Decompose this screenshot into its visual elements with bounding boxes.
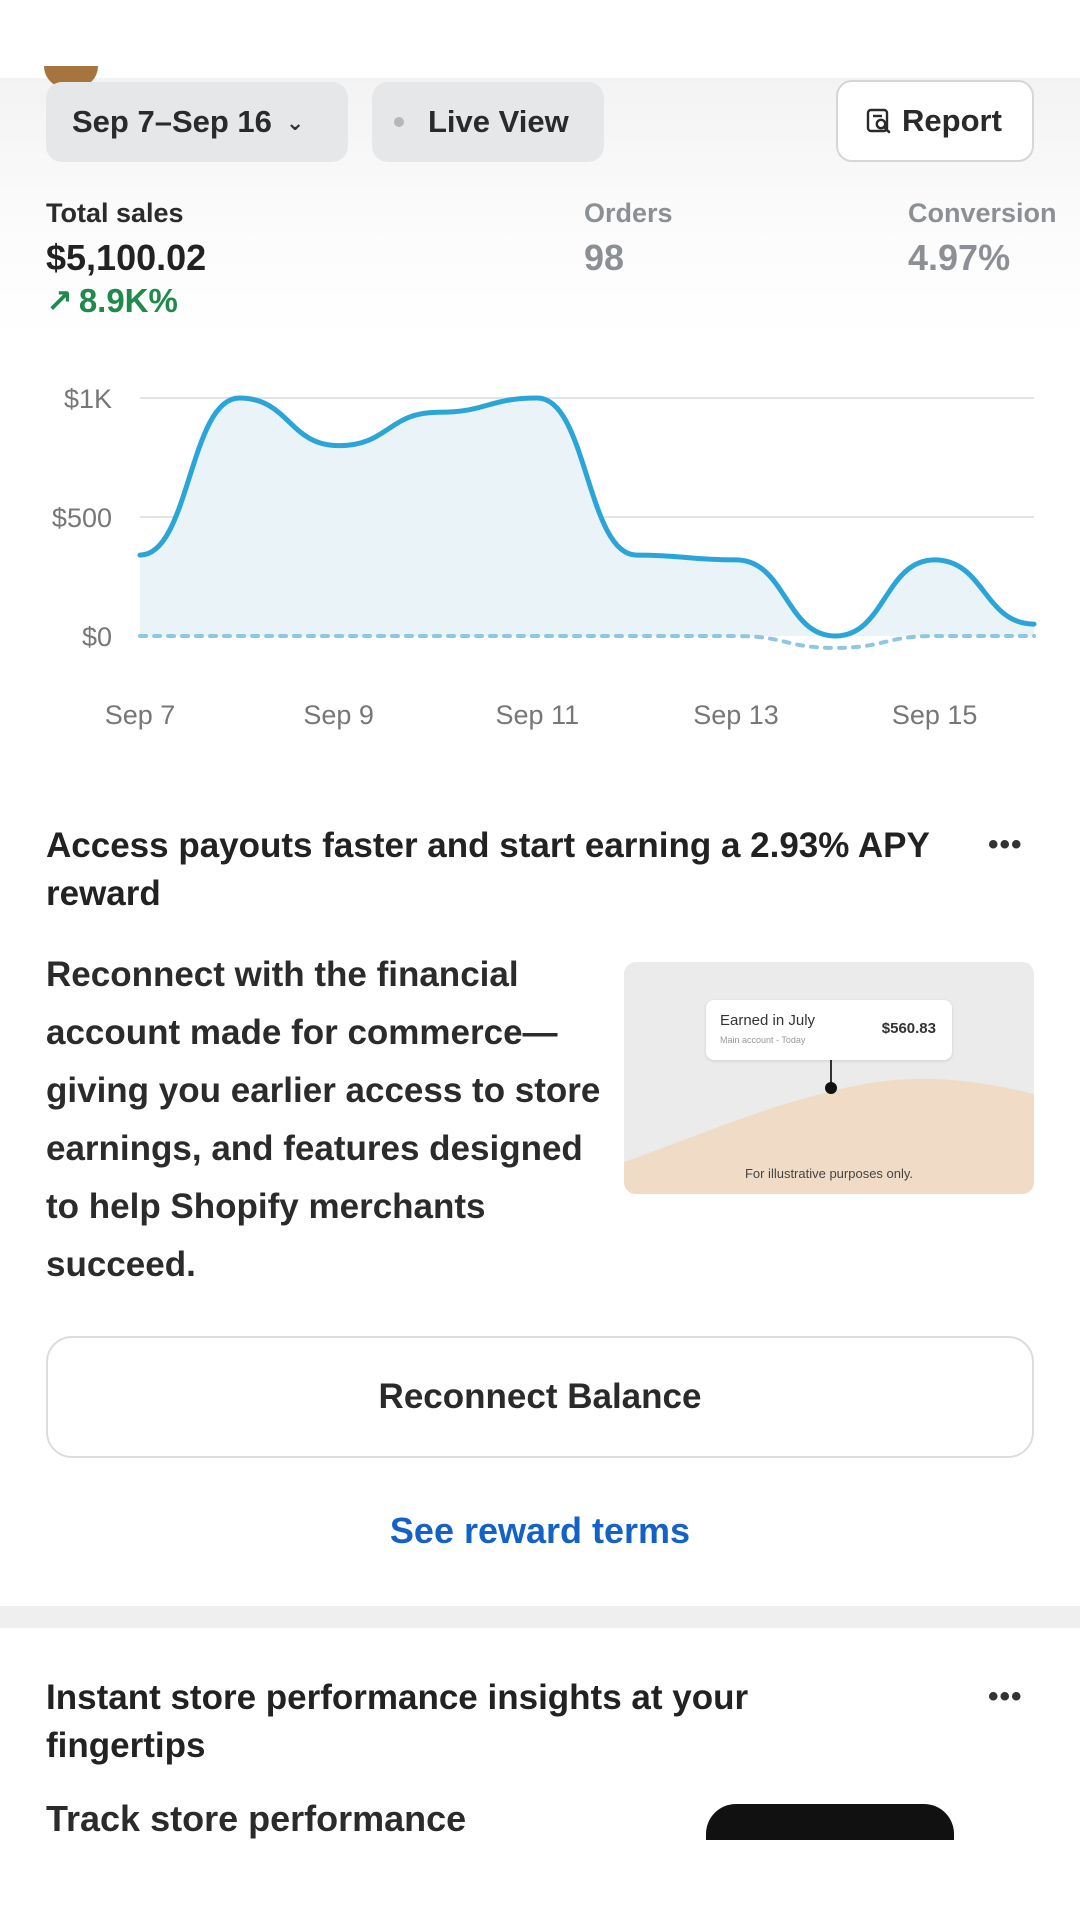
payout-illustration: Earned in July Main account - Today $560… <box>624 962 1034 1194</box>
y-tick-label: $0 <box>82 622 112 652</box>
reconnect-balance-button[interactable]: Reconnect Balance <box>46 1336 1034 1458</box>
total-sales-value: $5,100.02 <box>46 237 207 278</box>
report-button[interactable]: Report <box>836 80 1034 162</box>
payout-card-body: Reconnect with the financial account mad… <box>46 955 601 1284</box>
conversion-metric[interactable]: Conversion 4.97% <box>908 198 1057 279</box>
report-label: Report <box>902 103 1002 138</box>
more-horizontal-icon[interactable]: ••• <box>988 828 1023 862</box>
screen-bottom <box>0 1840 1080 1920</box>
y-tick-label: $1K <box>64 384 112 414</box>
live-indicator-dot <box>394 117 404 127</box>
total-sales-label: Total sales <box>46 198 184 228</box>
chevron-down-icon: ⌄ <box>285 110 305 135</box>
payout-card-title: Access payouts faster and start earning … <box>46 826 930 913</box>
earned-card-value: $560.83 <box>881 1020 936 1037</box>
see-reward-terms-link[interactable]: See reward terms <box>0 1510 1080 1552</box>
x-tick-label: Sep 11 <box>496 700 580 730</box>
total-sales-metric[interactable]: Total sales $5,100.02 <box>46 198 206 279</box>
earned-card-title: Earned in July <box>720 1012 816 1029</box>
live-view-button[interactable]: Live View <box>372 82 604 162</box>
x-tick-label: Sep 15 <box>892 700 978 730</box>
earned-card: Earned in July Main account - Today $560… <box>706 1000 952 1060</box>
section-divider <box>0 1606 1080 1628</box>
date-range-label: Sep 7–Sep 16 <box>72 104 272 139</box>
y-tick-label: $500 <box>52 503 112 533</box>
x-tick-label: Sep 7 <box>105 700 176 730</box>
earned-card-subtitle: Main account - Today <box>720 1035 806 1045</box>
orders-metric[interactable]: Orders 98 <box>584 198 673 279</box>
illustration-wave <box>624 1078 1034 1194</box>
arrow-up-right-icon: ↗ <box>46 283 73 319</box>
x-tick-label: Sep 9 <box>303 700 374 730</box>
illustration-pointer-line <box>830 1060 832 1084</box>
sales-change-badge: ↗ 8.9K% <box>46 282 178 320</box>
illustration-disclaimer: For illustrative purposes only. <box>744 1166 914 1181</box>
sales-line-chart[interactable]: $0 $500 $1K Sep 7 Sep 9 Sep 11 Sep 13 Sep 15 <box>0 360 1080 740</box>
more-horizontal-icon[interactable]: ••• <box>988 1680 1023 1714</box>
report-search-icon <box>866 108 891 134</box>
insights-card-body: Track store performance <box>46 1798 467 1839</box>
live-view-label: Live View <box>428 104 569 139</box>
comparison-series-line <box>138 634 1036 650</box>
sales-change-value: 8.9K% <box>78 282 178 319</box>
date-range-button[interactable]: Sep 7–Sep 16 ⌄ <box>46 82 348 162</box>
insights-card-title: Instant store performance insights at yo… <box>46 1678 749 1765</box>
conversion-label: Conversion <box>908 198 1057 228</box>
illustration-pointer-dot <box>825 1082 837 1094</box>
x-tick-label: Sep 13 <box>693 700 779 730</box>
orders-label: Orders <box>584 198 673 228</box>
orders-value: 98 <box>584 237 625 278</box>
conversion-value: 4.97% <box>908 237 1011 278</box>
